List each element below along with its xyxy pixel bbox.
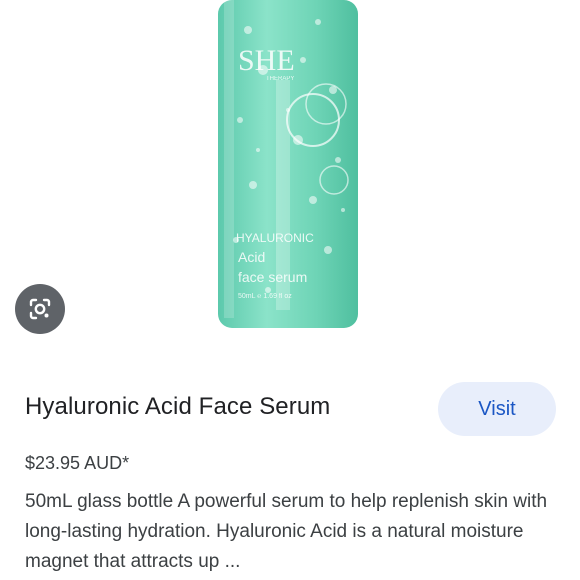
product-image[interactable]: SHE THERAPY HYALURONIC Acid face serum 5… bbox=[0, 0, 580, 360]
bottle-label-line2: Acid bbox=[238, 249, 265, 265]
bottle-volume-text: 50mL ℮ 1.69 fl oz bbox=[238, 293, 292, 300]
bottle-label-line3: face serum bbox=[238, 269, 307, 285]
serum-bottle-image: SHE THERAPY HYALURONIC Acid face serum 5… bbox=[218, 0, 358, 328]
product-description: 50mL glass bottle A powerful serum to he… bbox=[25, 491, 548, 572]
bottle-label-line1: HYALURONIC bbox=[236, 231, 314, 245]
bottle-brand-sub-text: THERAPY bbox=[266, 76, 294, 82]
visit-button[interactable]: Visit bbox=[438, 382, 556, 436]
bottle-brand-text: SHE bbox=[238, 44, 295, 77]
google-lens-icon bbox=[29, 298, 51, 320]
product-title[interactable]: Hyaluronic Acid Face Serum bbox=[25, 393, 415, 421]
google-lens-button[interactable] bbox=[15, 284, 65, 334]
product-price: $23.95 AUD* bbox=[25, 453, 130, 473]
